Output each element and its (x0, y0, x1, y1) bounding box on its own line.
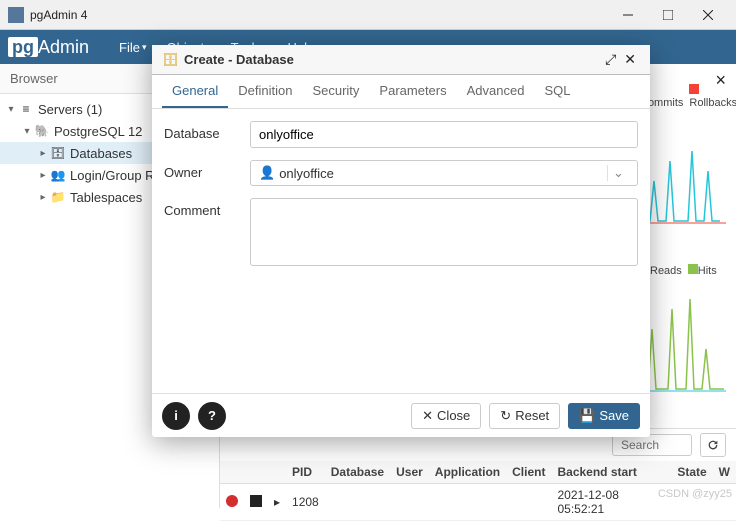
menu-file[interactable]: File▾ (109, 40, 156, 55)
chart-legend-2: ReadsHits (640, 264, 726, 277)
comment-textarea[interactable] (250, 198, 638, 266)
col-w[interactable]: W (713, 461, 736, 484)
app-logo: pgAdmin (8, 37, 89, 58)
database-icon: 🗄 (162, 52, 178, 68)
transactions-chart (640, 111, 726, 231)
help-button[interactable]: ? (198, 402, 226, 430)
owner-select[interactable]: 👤 onlyoffice ⌄ (250, 160, 638, 186)
col-backend-start[interactable]: Backend start (551, 461, 671, 484)
save-icon: 💾 (579, 408, 595, 424)
app-icon (8, 7, 24, 23)
tab-advanced[interactable]: Advanced (457, 75, 535, 108)
database-input[interactable] (250, 121, 638, 148)
col-client[interactable]: Client (506, 461, 551, 484)
tab-security[interactable]: Security (302, 75, 369, 108)
window-titlebar: pgAdmin 4 (0, 0, 736, 30)
col-application[interactable]: Application (429, 461, 506, 484)
user-icon: 👤 (259, 165, 275, 181)
save-button[interactable]: 💾Save (568, 403, 640, 429)
col-database[interactable]: Database (325, 461, 390, 484)
window-title: pgAdmin 4 (30, 8, 608, 22)
col-pid[interactable]: PID (286, 461, 325, 484)
close-window-button[interactable] (688, 1, 728, 29)
tab-general[interactable]: General (162, 75, 228, 108)
browser-title: Browser (10, 71, 58, 86)
info-button[interactable]: i (162, 402, 190, 430)
watermark: CSDN @zyy25 (658, 488, 732, 500)
database-label: Database (164, 121, 250, 141)
col-action[interactable] (268, 461, 286, 484)
owner-value: onlyoffice (279, 166, 334, 181)
search-input[interactable] (612, 434, 692, 456)
owner-label: Owner (164, 160, 250, 180)
reset-button[interactable]: ↻Reset (489, 403, 560, 429)
minimize-button[interactable] (608, 1, 648, 29)
expand-icon[interactable]: ⤢ (601, 51, 620, 68)
col-action[interactable] (220, 461, 244, 484)
tab-sql[interactable]: SQL (534, 75, 580, 108)
comment-label: Comment (164, 198, 250, 218)
col-state[interactable]: State (671, 461, 712, 484)
create-database-dialog: 🗄 Create - Database ⤢ ✕ GeneralDefinitio… (152, 45, 650, 437)
close-button[interactable]: ✕Close (411, 403, 481, 429)
tab-parameters[interactable]: Parameters (369, 75, 456, 108)
chart-legend-1: CommitsRollbacks (640, 84, 726, 109)
col-action[interactable] (244, 461, 268, 484)
tuples-chart (640, 279, 726, 399)
maximize-button[interactable] (648, 1, 688, 29)
tab-definition[interactable]: Definition (228, 75, 302, 108)
refresh-button[interactable] (700, 433, 726, 457)
chevron-down-icon: ⌄ (607, 165, 629, 181)
col-user[interactable]: User (390, 461, 429, 484)
dialog-title: Create - Database (184, 52, 294, 67)
dialog-close-icon[interactable]: ✕ (620, 51, 640, 68)
